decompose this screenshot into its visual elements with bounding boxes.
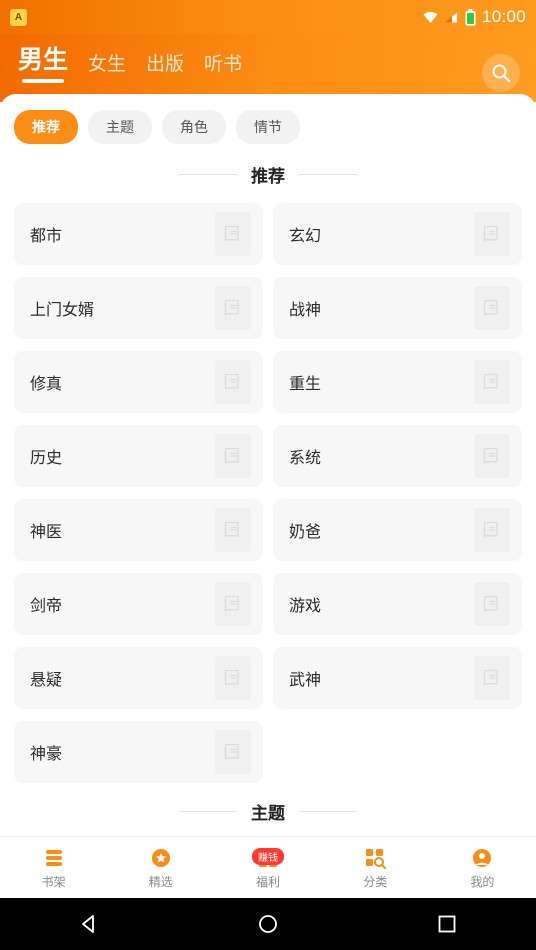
book-thumb-icon (474, 582, 510, 626)
bookshelf-icon (45, 849, 62, 866)
book-thumb-icon (215, 360, 251, 404)
divider-left (179, 174, 237, 175)
top-nav-tabs: 男生 女生 出版 听书 (18, 40, 518, 84)
category-card[interactable]: 系统 (273, 425, 522, 487)
category-card[interactable]: 玄幻 (273, 203, 522, 265)
app-screen: A 10:00 男生 女生 出版 听书 推荐 主题 角色 情节 推荐 都市 玄幻… (0, 0, 536, 950)
category-label: 奶爸 (289, 524, 322, 541)
section-header-recommend: 推荐 (14, 162, 522, 187)
tab-label: 分类 (363, 874, 388, 889)
star-icon (151, 848, 170, 867)
category-card[interactable]: 上门女婿 (14, 277, 263, 339)
status-bar-right: 10:00 (423, 7, 526, 27)
category-label: 游戏 (289, 598, 322, 615)
tab-published[interactable]: 出版 (146, 49, 184, 84)
android-nav-bar (0, 898, 536, 950)
wifi-icon (423, 11, 438, 24)
category-card[interactable]: 都市 (14, 203, 263, 265)
bottom-tab-bar: 书架 精选 赚钱 福利 分类 我的 (0, 836, 536, 898)
chip-recommend[interactable]: 推荐 (14, 110, 78, 144)
category-label: 神医 (30, 524, 63, 541)
tab-label: 书架 (41, 874, 66, 889)
category-card[interactable]: 神医 (14, 499, 263, 561)
battery-icon (465, 8, 476, 26)
app-header: 男生 女生 出版 听书 (0, 34, 536, 102)
category-card[interactable]: 武神 (273, 647, 522, 709)
tab-female[interactable]: 女生 (88, 49, 126, 84)
book-thumb-icon (215, 508, 251, 552)
status-bar: A 10:00 (0, 0, 536, 34)
search-button[interactable] (482, 54, 520, 92)
filter-chip-row: 推荐 主题 角色 情节 (14, 110, 522, 144)
book-thumb-icon (474, 508, 510, 552)
tab-mine[interactable]: 我的 (429, 846, 536, 890)
user-icon (473, 848, 492, 867)
category-card[interactable]: 历史 (14, 425, 263, 487)
tab-label: 精选 (148, 874, 173, 889)
category-card[interactable]: 奶爸 (273, 499, 522, 561)
content-sheet: 推荐 主题 角色 情节 推荐 都市 玄幻 上门女婿 战神 修真 重生 历史 系统… (0, 94, 536, 836)
book-thumb-icon (215, 286, 251, 330)
book-thumb-icon (215, 212, 251, 256)
section-title-text: 推荐 (251, 167, 285, 186)
tab-bookshelf[interactable]: 书架 (0, 846, 107, 890)
divider-right (299, 811, 357, 812)
category-label: 悬疑 (30, 672, 63, 689)
recents-square-icon[interactable] (436, 913, 458, 935)
category-card[interactable]: 修真 (14, 351, 263, 413)
category-label: 神豪 (30, 746, 63, 763)
status-bar-left: A (10, 8, 27, 26)
category-label: 剑帝 (30, 598, 63, 615)
book-thumb-icon (474, 656, 510, 700)
divider-right (299, 174, 357, 175)
category-label: 武神 (289, 672, 322, 689)
category-card[interactable]: 游戏 (273, 573, 522, 635)
category-label: 玄幻 (289, 228, 322, 245)
book-thumb-icon (474, 360, 510, 404)
category-label: 都市 (30, 228, 63, 245)
tab-male[interactable]: 男生 (18, 40, 68, 84)
category-grid: 都市 玄幻 上门女婿 战神 修真 重生 历史 系统 神医 奶爸 剑帝 游戏 悬疑… (14, 203, 522, 783)
book-thumb-icon (474, 212, 510, 256)
section-header-theme: 主题 (14, 799, 522, 824)
tab-label: 福利 (256, 874, 281, 889)
tab-welfare[interactable]: 赚钱 福利 (214, 846, 321, 890)
category-label: 历史 (30, 450, 63, 467)
category-card[interactable]: 悬疑 (14, 647, 263, 709)
search-icon (492, 64, 511, 83)
category-label: 修真 (30, 376, 63, 393)
tab-category[interactable]: 分类 (322, 846, 429, 890)
chip-theme[interactable]: 主题 (88, 110, 152, 144)
section-title-text: 主题 (251, 804, 285, 823)
status-clock: 10:00 (481, 7, 526, 26)
home-circle-icon[interactable] (257, 913, 279, 935)
book-thumb-icon (215, 656, 251, 700)
back-triangle-icon[interactable] (78, 913, 100, 935)
category-label: 系统 (289, 450, 322, 467)
tab-label: 我的 (470, 874, 495, 889)
book-thumb-icon (215, 582, 251, 626)
chip-plot[interactable]: 情节 (236, 110, 300, 144)
book-thumb-icon (215, 730, 251, 774)
tab-featured[interactable]: 精选 (107, 846, 214, 890)
welfare-badge: 赚钱 (252, 847, 284, 865)
category-card[interactable]: 剑帝 (14, 573, 263, 635)
category-card[interactable]: 神豪 (14, 721, 263, 783)
category-label: 重生 (289, 376, 322, 393)
grid-search-icon (366, 848, 387, 869)
signal-icon (444, 11, 459, 24)
category-label: 战神 (289, 302, 322, 319)
app-badge-icon: A (10, 8, 27, 26)
book-thumb-icon (474, 434, 510, 478)
book-thumb-icon (215, 434, 251, 478)
tab-audiobook[interactable]: 听书 (204, 49, 242, 84)
category-card[interactable]: 重生 (273, 351, 522, 413)
category-label: 上门女婿 (30, 302, 95, 319)
divider-left (179, 811, 237, 812)
chip-role[interactable]: 角色 (162, 110, 226, 144)
category-card[interactable]: 战神 (273, 277, 522, 339)
book-thumb-icon (474, 286, 510, 330)
